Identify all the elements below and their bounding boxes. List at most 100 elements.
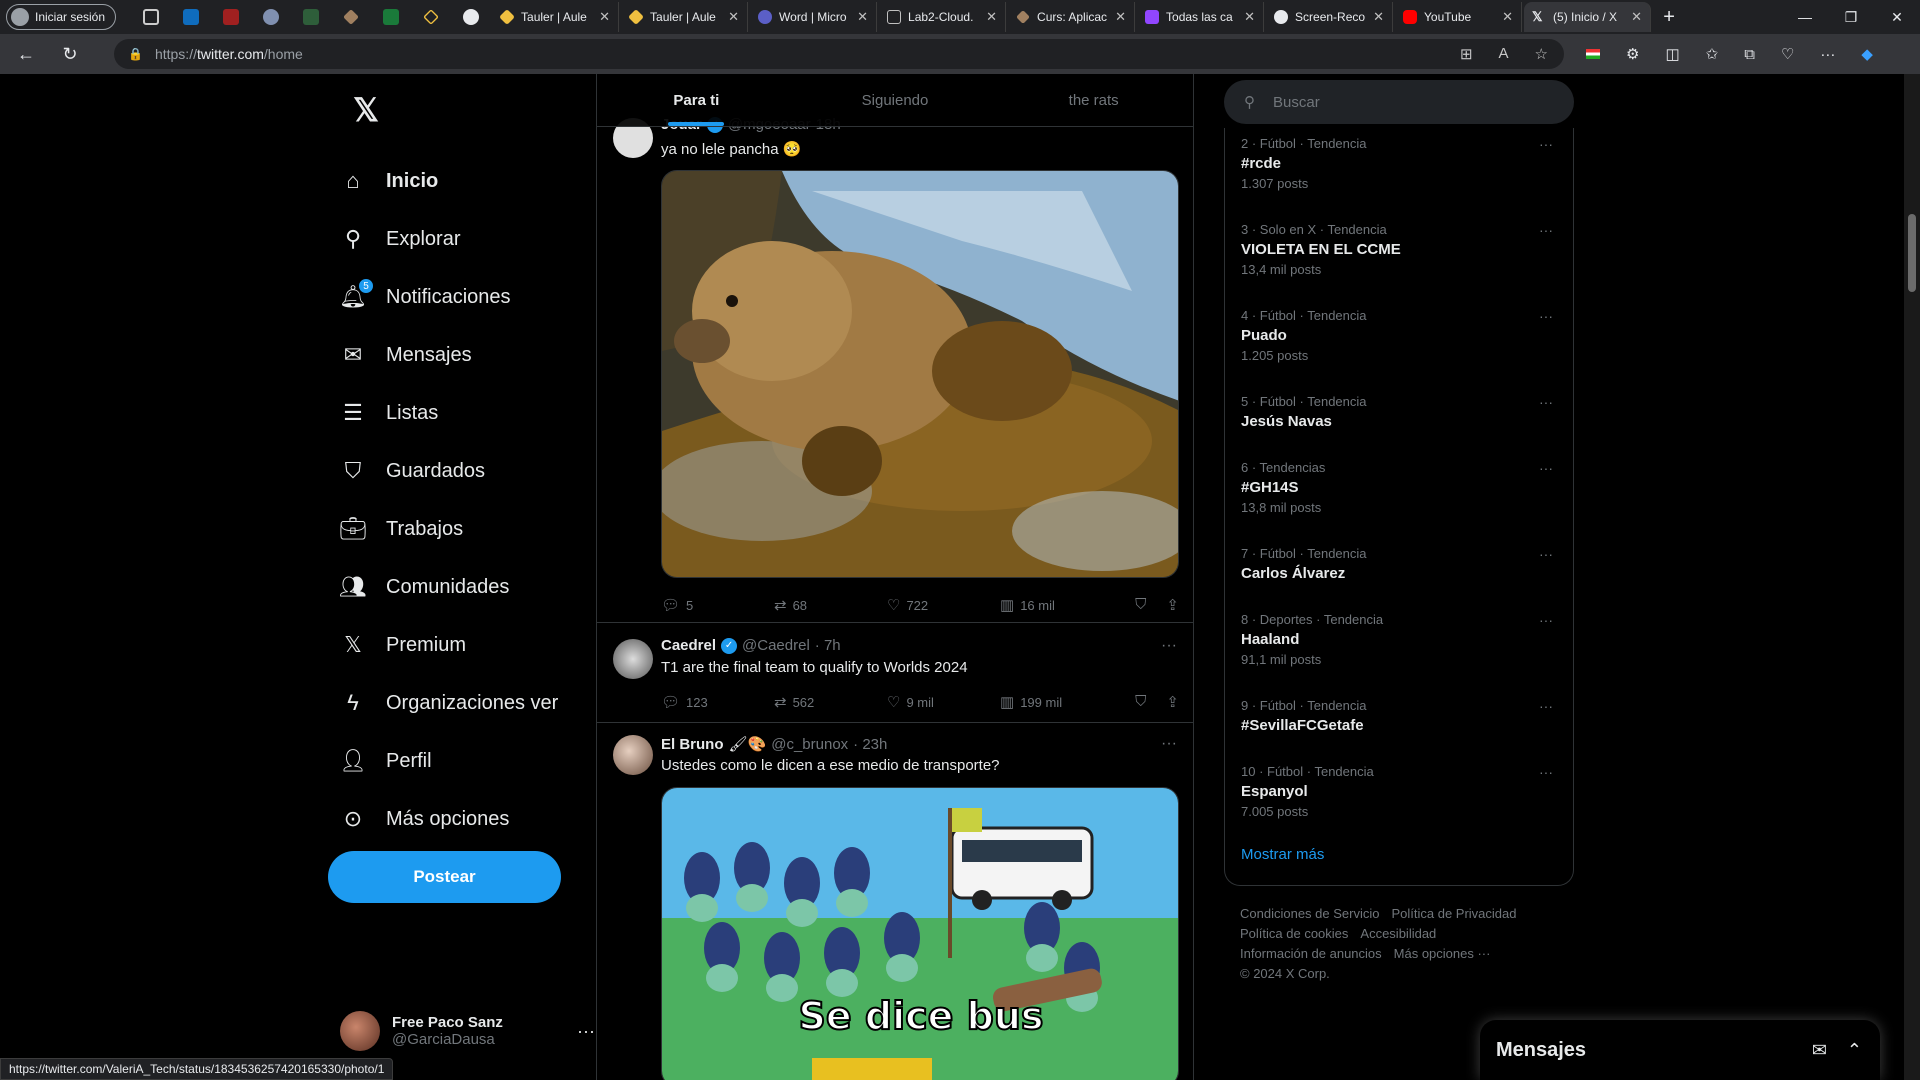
tab-for-you[interactable]: Para ti [597, 74, 796, 126]
extension-icon[interactable] [1586, 49, 1600, 59]
more-icon[interactable]: ··· [1161, 637, 1177, 655]
copilot-icon[interactable]: ◆ [1861, 45, 1873, 63]
new-message-icon[interactable]: ✉ [1812, 1040, 1827, 1061]
footer-link[interactable]: Información de anuncios [1240, 946, 1382, 961]
tweet-time[interactable]: · 7h [815, 637, 841, 654]
like-button[interactable]: ♡ 9 mil [887, 693, 1000, 711]
browser-tab[interactable]: Lab2-Cloud. ✕ [879, 2, 1007, 32]
avatar[interactable] [613, 639, 653, 679]
tweet[interactable]: Jouar ✓ @mgoeoaar 18h ya no lele pancha … [597, 74, 1193, 623]
browser-tab[interactable]: Todas las ca ✕ [1137, 2, 1265, 32]
tweet-author-handle[interactable]: @c_brunox [771, 736, 848, 753]
browser-tab-active[interactable]: 𝕏 (5) Inicio / X ✕ [1524, 2, 1652, 32]
tweet-image[interactable]: Se dice bus [661, 787, 1179, 1080]
retweet-button[interactable]: ⇄ 562 [774, 693, 887, 711]
reply-button[interactable]: 💬︎ 123 [661, 693, 774, 711]
browser-essentials-icon[interactable]: ♡ [1781, 45, 1794, 63]
trend-item[interactable]: 8 · Deportes · Tendencia Haaland 91,1 mi… [1241, 612, 1561, 667]
pinned-tab[interactable] [172, 3, 210, 31]
read-aloud-icon[interactable]: A [1499, 45, 1509, 63]
more-icon[interactable]: ··· [1161, 735, 1177, 753]
nav-item-notifications[interactable]: 🔔︎ 5 Notificaciones [340, 272, 590, 322]
close-icon[interactable]: ✕ [1244, 9, 1255, 25]
pinned-tab[interactable] [212, 3, 250, 31]
nav-item-explore[interactable]: ⚲ Explorar [340, 214, 590, 264]
more-icon[interactable]: ··· [1539, 308, 1553, 324]
like-button[interactable]: ♡ 722 [887, 596, 1000, 614]
trend-item[interactable]: 10 · Fútbol · Tendencia Espanyol 7.005 p… [1241, 764, 1561, 819]
more-icon[interactable]: ··· [1539, 136, 1553, 152]
more-icon[interactable]: ··· [1539, 698, 1553, 714]
footer-link[interactable]: Condiciones de Servicio [1240, 906, 1379, 921]
pinned-tab[interactable] [372, 3, 410, 31]
close-icon[interactable]: ✕ [1631, 9, 1642, 25]
footer-link[interactable]: Accesibilidad [1360, 926, 1436, 941]
nav-item-lists[interactable]: ☰ Listas [340, 388, 590, 438]
nav-item-premium[interactable]: 𝕏 Premium [340, 620, 590, 670]
favorite-star-icon[interactable]: ☆ [1535, 45, 1548, 63]
nav-item-jobs[interactable]: 💼︎ Trabajos [340, 504, 590, 554]
browser-tab[interactable]: Screen-Reco ✕ [1266, 2, 1394, 32]
page-scrollbar[interactable] [1904, 74, 1920, 1080]
share-icon[interactable]: ⇪ [1166, 596, 1179, 614]
app-available-icon[interactable]: ⊞ [1460, 45, 1473, 63]
close-icon[interactable]: ✕ [728, 9, 739, 25]
reply-button[interactable]: 💬︎ 5 [661, 596, 774, 614]
nav-item-profile[interactable]: 👤︎ Perfil [340, 736, 590, 786]
browser-tab[interactable]: Curs: Aplicac ✕ [1008, 2, 1136, 32]
back-button[interactable]: ← [8, 38, 44, 70]
restore-button[interactable]: ❐ [1828, 0, 1874, 34]
refresh-button[interactable]: ↻ [52, 38, 88, 70]
account-switcher[interactable]: Free Paco Sanz @GarciaDausa ··· [340, 1001, 595, 1061]
tweet-author-name[interactable]: Caedrel [661, 637, 716, 654]
views-button[interactable]: ▥ 16 mil [1000, 596, 1113, 614]
nav-item-bookmarks[interactable]: ⛉ Guardados [340, 446, 590, 496]
trend-item[interactable]: 4 · Fútbol · Tendencia Puado 1.205 posts… [1241, 308, 1561, 363]
more-icon[interactable]: ··· [1539, 546, 1553, 562]
tweet-author-handle[interactable]: @Caedrel [742, 637, 810, 654]
trend-item[interactable]: 3 · Solo en X · Tendencia VIOLETA EN EL … [1241, 222, 1561, 277]
pinned-tab[interactable] [332, 3, 370, 31]
bookmark-icon[interactable]: ⛉ [1135, 693, 1146, 711]
messages-drawer[interactable]: Mensajes ✉ ⌃ [1480, 1020, 1880, 1080]
retweet-button[interactable]: ⇄ 68 [774, 596, 887, 614]
tab-following[interactable]: Siguiendo [796, 74, 995, 126]
trend-item[interactable]: 7 · Fútbol · Tendencia Carlos Álvarez ··… [1241, 546, 1561, 582]
split-screen-icon[interactable]: ◫ [1665, 45, 1679, 63]
tweet[interactable]: Caedrel ✓ @Caedrel · 7h ··· T1 are the f… [597, 623, 1193, 723]
tweet-image[interactable] [661, 170, 1179, 578]
browser-tab[interactable]: YouTube ✕ [1395, 2, 1523, 32]
views-button[interactable]: ▥ 199 mil [1000, 693, 1113, 711]
nav-item-messages[interactable]: ✉ Mensajes [340, 330, 590, 380]
close-icon[interactable]: ✕ [599, 9, 610, 25]
nav-item-communities[interactable]: 👥︎ Comunidades [340, 562, 590, 612]
nav-item-verified-orgs[interactable]: ϟ Organizaciones ver [340, 678, 590, 728]
trend-item[interactable]: 2 · Fútbol · Tendencia #rcde 1.307 posts… [1241, 136, 1561, 191]
pinned-tab[interactable] [252, 3, 290, 31]
new-tab-button[interactable]: + [1653, 6, 1685, 29]
footer-link[interactable]: Política de Privacidad [1391, 906, 1516, 921]
nav-item-home[interactable]: ⌂ Inicio [340, 156, 590, 206]
nav-item-more[interactable]: ⊙ Más opciones [340, 794, 590, 844]
trend-item[interactable]: 6 · Tendencias #GH14S 13,8 mil posts ··· [1241, 460, 1561, 515]
collections-icon[interactable]: ⧉ [1744, 46, 1755, 63]
tab-the-rats[interactable]: the rats [994, 74, 1193, 126]
close-icon[interactable]: ✕ [1502, 9, 1513, 25]
address-bar[interactable]: 🔒 https://twitter.com/home ⊞ A ☆ [114, 39, 1564, 69]
scrollbar-thumb[interactable] [1908, 214, 1916, 292]
more-icon[interactable]: ··· [1539, 394, 1553, 410]
favorites-icon[interactable]: ✩ [1706, 45, 1719, 63]
settings-more-icon[interactable]: ··· [1820, 46, 1835, 63]
footer-link[interactable]: Política de cookies [1240, 926, 1348, 941]
minimize-button[interactable]: — [1782, 0, 1828, 34]
more-icon[interactable]: ··· [1539, 460, 1553, 476]
close-icon[interactable]: ✕ [1373, 9, 1384, 25]
more-icon[interactable]: ··· [1539, 612, 1553, 628]
browser-profile-button[interactable]: Iniciar sesión [6, 4, 117, 30]
more-icon[interactable]: ··· [1539, 222, 1553, 238]
pinned-tab[interactable] [292, 3, 330, 31]
extensions-puzzle-icon[interactable]: ⚙ [1626, 45, 1639, 63]
browser-tab[interactable]: Word | Micro ✕ [750, 2, 878, 32]
expand-up-icon[interactable]: ⌃ [1847, 1040, 1862, 1061]
close-window-button[interactable]: ✕ [1874, 0, 1920, 34]
